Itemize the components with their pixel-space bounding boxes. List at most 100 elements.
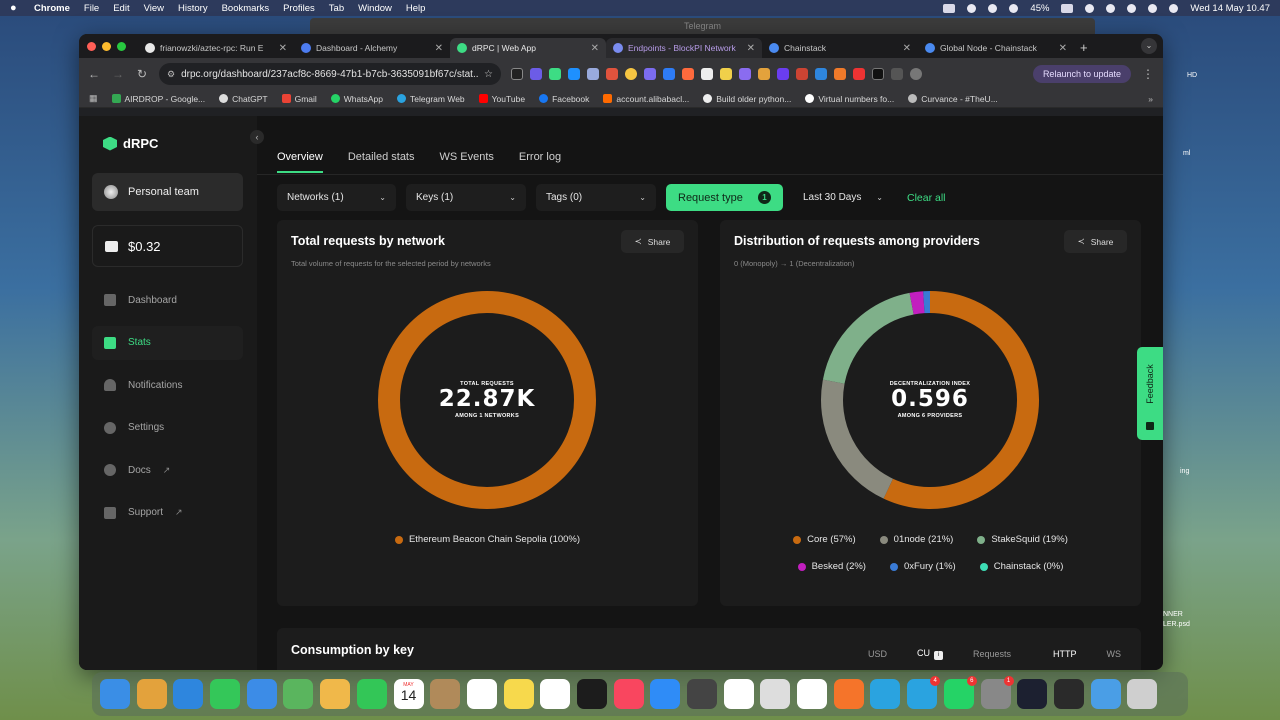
address-url[interactable]: drpc.org/dashboard/237acf8c-8669-47b1-b7… <box>181 69 478 80</box>
tab-search-chevron-icon[interactable]: ⌄ <box>1141 38 1157 54</box>
unit-cu-toggle[interactable]: CU i <box>907 644 953 664</box>
extension-icon[interactable] <box>530 68 542 80</box>
preview-icon[interactable] <box>760 679 791 709</box>
sidebar-item-support[interactable]: Support ↗ <box>92 496 243 530</box>
cloud-app-icon[interactable] <box>1017 679 1048 709</box>
zoom-window-button[interactable] <box>117 41 126 51</box>
extension-icon[interactable] <box>834 68 846 80</box>
extensions-puzzle-icon[interactable] <box>891 68 903 80</box>
contacts-icon[interactable] <box>430 679 461 709</box>
bookmark-item[interactable]: Curvance - #TheU... <box>908 94 998 104</box>
close-tab-icon[interactable]: ✕ <box>903 43 911 54</box>
maps-icon[interactable] <box>283 679 314 709</box>
bookmark-star-icon[interactable]: ☆ <box>484 69 493 80</box>
menu-history[interactable]: History <box>178 3 208 14</box>
bookmark-item[interactable]: AIRDROP - Google... <box>111 94 205 104</box>
bookmark-item[interactable]: Gmail <box>281 94 317 104</box>
extension-icon[interactable] <box>511 68 523 80</box>
browser-tab-drpc[interactable]: dRPC | Web App ✕ <box>450 38 606 58</box>
reload-icon[interactable]: ↻ <box>135 67 149 81</box>
close-tab-icon[interactable]: ✕ <box>591 43 599 54</box>
bookmark-item[interactable]: Telegram Web <box>397 94 465 104</box>
menu-help[interactable]: Help <box>406 3 426 14</box>
apple-menu-icon[interactable]: ● <box>10 2 24 14</box>
clear-all-link[interactable]: Clear all <box>907 192 946 204</box>
browser-tab-chainstack[interactable]: Chainstack ✕ <box>762 38 918 58</box>
extension-icon[interactable] <box>663 68 675 80</box>
close-tab-icon[interactable]: ✕ <box>747 43 755 54</box>
minimize-window-button[interactable] <box>102 41 111 51</box>
menu-view[interactable]: View <box>144 3 164 14</box>
system-settings-icon[interactable]: 1 <box>980 676 1014 709</box>
sidebar-item-settings[interactable]: Settings <box>92 411 243 445</box>
browser-tab-blockpi[interactable]: Endpoints - BlockPI Network ✕ <box>606 38 762 58</box>
telegram-2-icon[interactable]: 4 <box>907 676 941 709</box>
legend-item[interactable]: StakeSquid (19%) <box>977 534 1068 545</box>
status-icon[interactable] <box>967 3 977 13</box>
extension-icon[interactable] <box>853 68 865 80</box>
relaunch-to-update-button[interactable]: Relaunch to update <box>1032 65 1131 83</box>
legend-item[interactable]: 0xFury (1%) <box>889 561 956 572</box>
legend-item[interactable]: Core (57%) <box>793 534 856 545</box>
menu-window[interactable]: Window <box>358 3 392 14</box>
team-selector[interactable]: Personal team <box>92 173 243 211</box>
menu-app-name[interactable]: Chrome <box>34 3 70 14</box>
app-store-icon[interactable] <box>650 679 681 709</box>
browser-tab-global-node[interactable]: Global Node - Chainstack ✕ <box>918 38 1074 58</box>
keys-dropdown[interactable]: Keys (1) ⌄ <box>406 184 526 211</box>
moon-icon[interactable] <box>1085 3 1095 13</box>
messages-icon[interactable] <box>210 679 241 709</box>
extension-icon[interactable] <box>587 68 599 80</box>
bookmark-item[interactable]: YouTube <box>478 94 525 104</box>
photos-icon[interactable] <box>320 679 351 709</box>
tags-dropdown[interactable]: Tags (0) ⌄ <box>536 184 656 211</box>
desktop-file-label[interactable]: LER.psd <box>1163 621 1190 628</box>
desktop-file-label[interactable]: ing <box>1180 468 1189 475</box>
forward-arrow-icon[interactable]: → <box>111 67 125 81</box>
user-icon[interactable] <box>1127 3 1137 13</box>
extension-icon[interactable] <box>739 68 751 80</box>
desktop-file-label[interactable]: ml <box>1183 150 1190 157</box>
extension-icon[interactable] <box>606 68 618 80</box>
close-window-button[interactable] <box>87 41 96 51</box>
battery-icon[interactable] <box>1061 3 1074 13</box>
drpc-logo[interactable]: dRPC <box>103 136 158 151</box>
protocol-http-toggle[interactable]: HTTP <box>1043 645 1087 663</box>
firefox-icon[interactable] <box>833 679 864 709</box>
chatgpt-icon[interactable] <box>723 679 754 709</box>
tab-error-log[interactable]: Error log <box>519 151 561 173</box>
extension-icon[interactable] <box>568 68 580 80</box>
extension-icon[interactable] <box>796 68 808 80</box>
music-icon[interactable] <box>613 679 644 709</box>
extension-icon[interactable] <box>720 68 732 80</box>
desktop-file-label[interactable]: HD <box>1187 72 1197 79</box>
wifi-icon[interactable] <box>1106 3 1116 13</box>
legend-item[interactable]: Ethereum Beacon Chain Sepolia (100%) <box>394 534 580 545</box>
extension-icon[interactable] <box>815 68 827 80</box>
sidebar-item-dashboard[interactable]: Dashboard <box>92 283 243 317</box>
profile-avatar[interactable] <box>910 68 922 80</box>
apps-grid-icon[interactable]: ▦ <box>89 93 98 104</box>
browser-tab-github[interactable]: frianowzki/aztec-rpc: Run E ✕ <box>138 38 294 58</box>
close-tab-icon[interactable]: ✕ <box>435 43 443 54</box>
activity-icon[interactable] <box>687 679 717 709</box>
close-tab-icon[interactable]: ✕ <box>1059 43 1067 54</box>
legend-item[interactable]: 01node (21%) <box>879 534 953 545</box>
bookmark-item[interactable]: account.alibabacl... <box>603 94 689 104</box>
extension-icon[interactable] <box>758 68 770 80</box>
unit-usd-toggle[interactable]: USD <box>858 645 897 663</box>
request-type-filter[interactable]: Request type 1 <box>666 184 783 211</box>
extension-icon[interactable] <box>777 68 789 80</box>
freeform-icon[interactable] <box>540 679 571 709</box>
obs-icon[interactable] <box>1053 679 1084 709</box>
bookmark-item[interactable]: Facebook <box>539 94 589 104</box>
info-icon[interactable]: i <box>933 651 943 660</box>
launchpad-icon[interactable] <box>136 679 167 709</box>
calendar-icon[interactable]: MAY 14 <box>393 679 424 709</box>
facetime-icon[interactable] <box>356 679 387 709</box>
tab-overview[interactable]: Overview <box>277 151 323 173</box>
apple-tv-icon[interactable] <box>576 679 607 709</box>
address-bar[interactable]: ⚙ drpc.org/dashboard/237acf8c-8669-47b1-… <box>159 63 501 85</box>
whatsapp-icon[interactable]: 6 <box>943 676 977 709</box>
menu-profiles[interactable]: Profiles <box>283 3 315 14</box>
